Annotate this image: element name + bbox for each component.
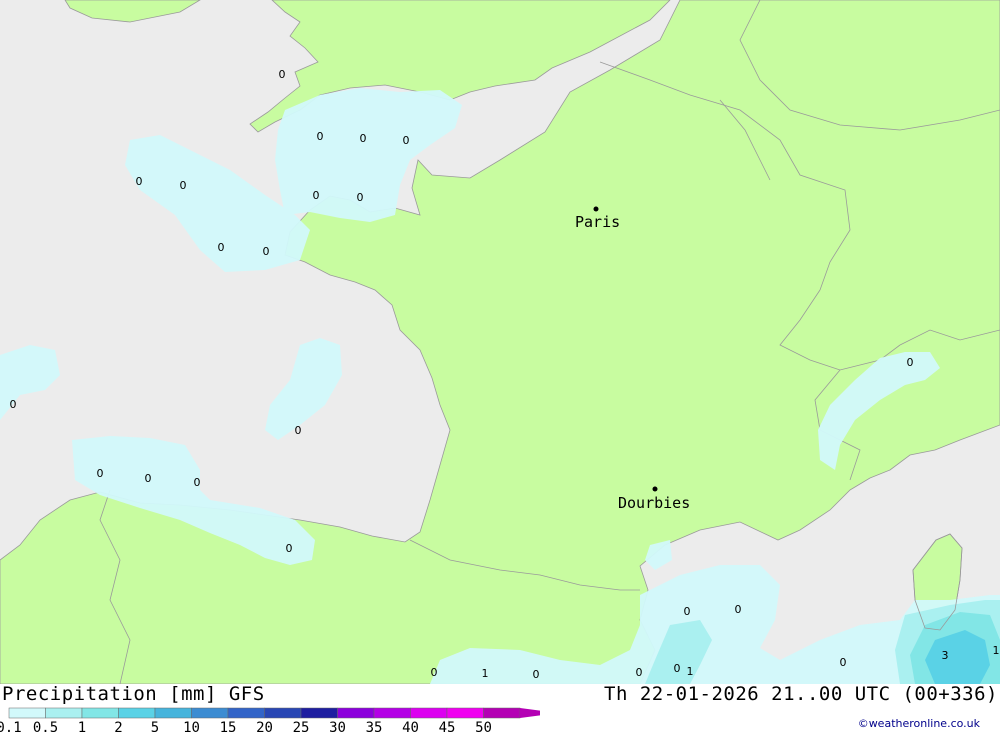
value-label: 3: [942, 649, 949, 662]
legend-labels: 0.1 0.5 1 2 5 10 15 20 25 30 35 40 45 50: [0, 720, 492, 733]
color-legend: 0.1 0.5 1 2 5 10 15 20 25 30 35 40 45 50: [0, 707, 540, 733]
legend-label: 15: [220, 720, 237, 733]
value-label: 1: [482, 667, 489, 680]
value-label: 0: [684, 605, 691, 618]
legend-swatch: [410, 707, 448, 719]
value-label: 1: [687, 665, 694, 678]
value-label: 0: [735, 603, 742, 616]
legend-swatch: [118, 707, 156, 719]
legend-swatch: [191, 707, 229, 719]
legend-label: 0.1: [0, 720, 22, 733]
legend-label: 40: [402, 720, 419, 733]
value-label: 0: [145, 472, 152, 485]
value-label: 0: [636, 666, 643, 679]
legend-swatch: [81, 707, 119, 719]
value-label: 0: [674, 662, 681, 675]
copyright: ©weatheronline.co.uk: [857, 717, 980, 730]
legend-label: 45: [439, 720, 456, 733]
legend-label: 35: [366, 720, 383, 733]
value-label: 0: [403, 134, 410, 147]
value-label: 0: [97, 467, 104, 480]
value-label: 0: [313, 189, 320, 202]
value-label: 1: [993, 644, 1000, 657]
value-label: 0: [431, 666, 438, 679]
value-label: 0: [533, 668, 540, 681]
legend-label: 30: [329, 720, 346, 733]
forecast-datetime: Th 22-01-2026 21..00 UTC (00+336): [604, 683, 998, 705]
legend-swatch: [45, 707, 83, 719]
legend-label: 2: [114, 720, 122, 733]
value-label: 0: [10, 398, 17, 411]
legend-swatch: [264, 707, 302, 719]
value-label: 0: [263, 245, 270, 258]
value-label: 0: [295, 424, 302, 437]
legend-swatch: [8, 707, 46, 719]
city-label-paris: Paris: [575, 213, 620, 231]
value-label: 0: [194, 476, 201, 489]
precipitation-map: Paris Dourbies 0 0 0 0 0 0 0 0 0 0 0 0 0…: [0, 0, 1000, 684]
legend-label: 20: [256, 720, 273, 733]
value-label: 0: [286, 542, 293, 555]
legend-arrow: [520, 708, 540, 718]
value-label: 0: [360, 132, 367, 145]
value-label: 0: [907, 356, 914, 369]
dourbies-marker: [652, 486, 658, 492]
legend-swatch: [337, 707, 375, 719]
legend-label: 5: [151, 720, 159, 733]
value-label: 0: [840, 656, 847, 669]
footer-bar: Precipitation [mm] GFS Th 22-01-2026 21.…: [0, 683, 1000, 733]
value-label: 0: [357, 191, 364, 204]
legend-label: 25: [293, 720, 310, 733]
map-title: Precipitation [mm] GFS: [2, 683, 265, 705]
legend-swatch: [483, 707, 521, 719]
legend-label: 0.5: [33, 720, 58, 733]
legend-label: 10: [183, 720, 200, 733]
legend-swatch: [446, 707, 484, 719]
legend-swatch: [227, 707, 265, 719]
value-label: 0: [279, 68, 286, 81]
value-label: 0: [136, 175, 143, 188]
value-label: 0: [317, 130, 324, 143]
legend-swatch: [300, 707, 338, 719]
legend-label: 1: [78, 720, 86, 733]
value-label: 0: [218, 241, 225, 254]
value-label: 0: [180, 179, 187, 192]
legend-swatches: [8, 707, 540, 719]
paris-marker: [593, 206, 599, 212]
legend-label: 50: [475, 720, 492, 733]
city-label-dourbies: Dourbies: [618, 494, 690, 512]
legend-swatch: [373, 707, 411, 719]
legend-swatch: [154, 707, 192, 719]
